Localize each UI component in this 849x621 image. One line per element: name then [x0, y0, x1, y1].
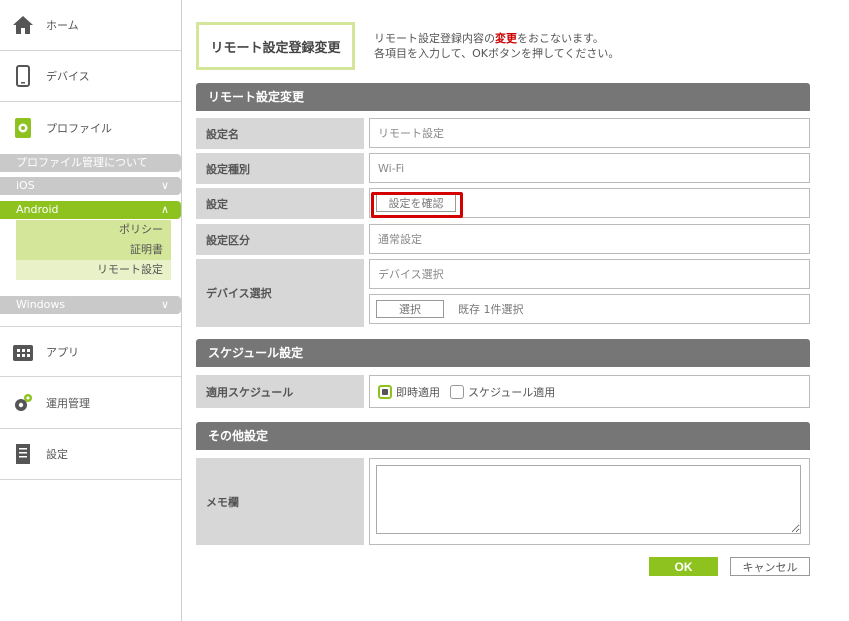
sidebar-item-device[interactable]: デバイス — [0, 51, 181, 102]
section-other: その他設定 — [196, 422, 810, 450]
schedule-options: 即時適用 スケジュール適用 — [369, 375, 810, 408]
label-setting: 設定 — [196, 188, 364, 219]
desc-text: をおこないます。 — [517, 32, 604, 45]
label-setting-type: 設定種別 — [196, 153, 364, 184]
document-list-icon — [12, 443, 34, 465]
radio-immediate-label[interactable]: 即時適用 — [396, 384, 440, 400]
gears-icon — [12, 392, 34, 414]
sidebar-item-label: デバイス — [46, 70, 90, 83]
chevron-up-icon: ∧ — [160, 203, 169, 216]
radio-schedule-label[interactable]: スケジュール適用 — [468, 384, 555, 400]
home-icon — [12, 14, 34, 36]
sidebar-sub-label: iOS — [16, 179, 35, 192]
section-schedule: スケジュール設定 — [196, 339, 810, 367]
sidebar-item-label: 設定 — [46, 448, 68, 461]
selected-count: 既存 1件選択 — [458, 303, 524, 316]
page-description: リモート設定登録内容の変更をおこないます。 各項目を入力して、OKボタンを押して… — [374, 31, 619, 61]
sidebar-item-home[interactable]: ホーム — [0, 0, 181, 51]
sidebar-item-label: プロファイル — [46, 121, 112, 135]
chevron-down-icon: ∨ — [160, 179, 169, 192]
sidebar-leaf-policy[interactable]: ポリシー — [16, 220, 171, 240]
device-select-field[interactable]: デバイス選択 — [369, 259, 810, 289]
chevron-down-icon: ∨ — [160, 298, 169, 311]
label-memo: メモ欄 — [196, 458, 364, 545]
sidebar-sub-label: Windows — [16, 298, 66, 311]
sidebar-item-app[interactable]: アプリ — [0, 326, 181, 377]
setting-category-field[interactable]: 通常設定 — [369, 224, 810, 254]
smartphone-icon — [12, 65, 34, 87]
sidebar-item-operation[interactable]: 運用管理 — [0, 378, 181, 429]
sidebar: ホーム デバイス プロファイル プロファイル管理について iOS ∨ Andro… — [0, 0, 182, 621]
radio-schedule[interactable] — [450, 384, 464, 399]
sidebar-item-label: 運用管理 — [46, 397, 90, 410]
desc-highlight: 変更 — [495, 32, 517, 45]
setting-name-field[interactable]: リモート設定 — [369, 118, 810, 148]
sidebar-sub-windows[interactable]: Windows ∨ — [0, 296, 181, 314]
label-setting-name: 設定名 — [196, 118, 364, 149]
desc-line2: 各項目を入力して、OKボタンを押してください。 — [374, 47, 620, 60]
sidebar-sub-label: プロファイル管理について — [16, 156, 148, 169]
sidebar-leaf-remote-setting[interactable]: リモート設定 — [16, 260, 171, 280]
highlight-box — [371, 192, 463, 218]
label-device-select: デバイス選択 — [196, 259, 364, 327]
section-remote-setting: リモート設定変更 — [196, 83, 810, 111]
sidebar-leaf-certificate[interactable]: 証明書 — [16, 240, 171, 260]
sidebar-item-label: アプリ — [46, 345, 79, 359]
sidebar-item-profile[interactable]: プロファイル — [0, 102, 181, 153]
memo-textarea[interactable] — [376, 465, 801, 534]
sidebar-sub-profile-about[interactable]: プロファイル管理について — [0, 154, 181, 172]
sidebar-sub-android[interactable]: Android ∧ — [0, 201, 181, 219]
label-setting-category: 設定区分 — [196, 224, 364, 255]
sidebar-sub-ios[interactable]: iOS ∨ — [0, 177, 181, 195]
device-select-row: 選択 既存 1件選択 — [369, 294, 810, 324]
setting-type-value: Wi-Fi — [369, 153, 810, 183]
sidebar-item-label: ホーム — [46, 19, 79, 32]
page-title: リモート設定登録変更 — [196, 22, 355, 70]
radio-immediate[interactable] — [378, 384, 392, 399]
app-grid-icon — [12, 341, 34, 363]
desc-text: リモート設定登録内容の — [374, 32, 495, 45]
profile-gear-icon — [12, 117, 34, 139]
ok-button[interactable]: OK — [649, 557, 718, 576]
cancel-button[interactable]: キャンセル — [730, 557, 810, 576]
select-device-button[interactable]: 選択 — [376, 300, 444, 318]
sidebar-item-settings[interactable]: 設定 — [0, 429, 181, 480]
label-apply-schedule: 適用スケジュール — [196, 375, 364, 408]
sidebar-sub-label: Android — [16, 203, 59, 216]
